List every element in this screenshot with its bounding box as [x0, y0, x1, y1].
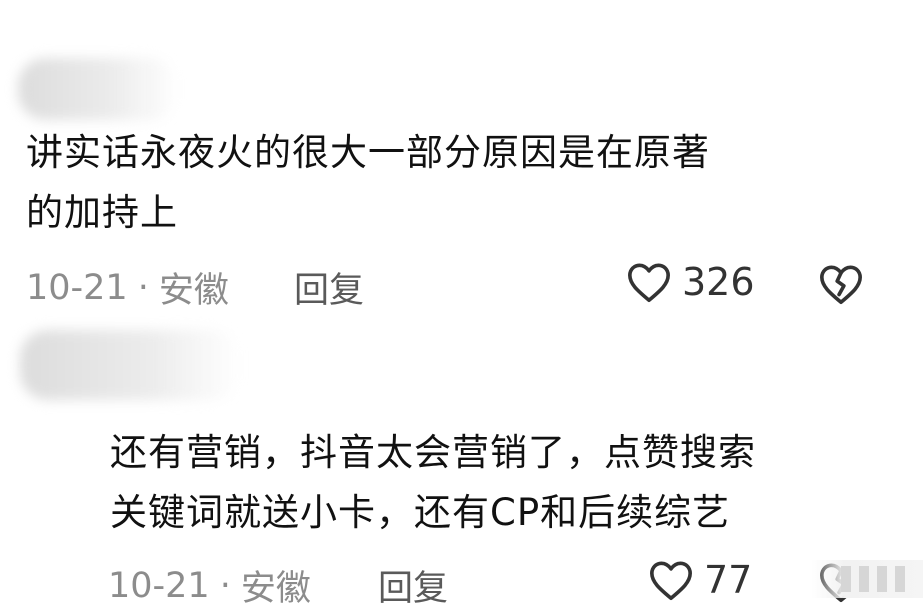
comment-location: 安徽	[240, 569, 311, 609]
broken-heart-icon	[820, 265, 862, 305]
dislike-button[interactable]	[818, 262, 864, 306]
comment-location: 安徽	[158, 271, 229, 311]
username-blurred	[18, 58, 178, 120]
comment-meta: 10-21 · 安徽	[26, 262, 229, 313]
comment-date: 10-21	[108, 565, 210, 606]
comment-text-line-1: 还有营销，抖音太会营销了，点赞搜索	[110, 431, 756, 474]
comment-text-line-2: 关键词就送小卡，还有CP和后续综艺	[110, 491, 731, 534]
like-count: 77	[704, 558, 753, 602]
like-button[interactable]: 77	[648, 558, 752, 602]
username-blurred-2	[20, 330, 240, 400]
comment-meta: 10-21 · 安徽	[108, 560, 311, 611]
watermark	[811, 560, 923, 598]
reply-button[interactable]: 回复	[378, 560, 448, 611]
meta-separator: ·	[219, 565, 231, 606]
comment-date: 10-21	[26, 267, 128, 308]
comment-text-line-2: 的加持上	[26, 191, 178, 234]
comment-text-line-1: 讲实话永夜火的很大一部分原因是在原著	[26, 131, 710, 174]
meta-separator: ·	[137, 267, 149, 308]
reply-button[interactable]: 回复	[294, 262, 364, 313]
heart-outline-icon	[626, 260, 672, 304]
like-count: 326	[682, 260, 755, 304]
heart-outline-icon	[648, 558, 694, 602]
like-button[interactable]: 326	[626, 260, 755, 304]
